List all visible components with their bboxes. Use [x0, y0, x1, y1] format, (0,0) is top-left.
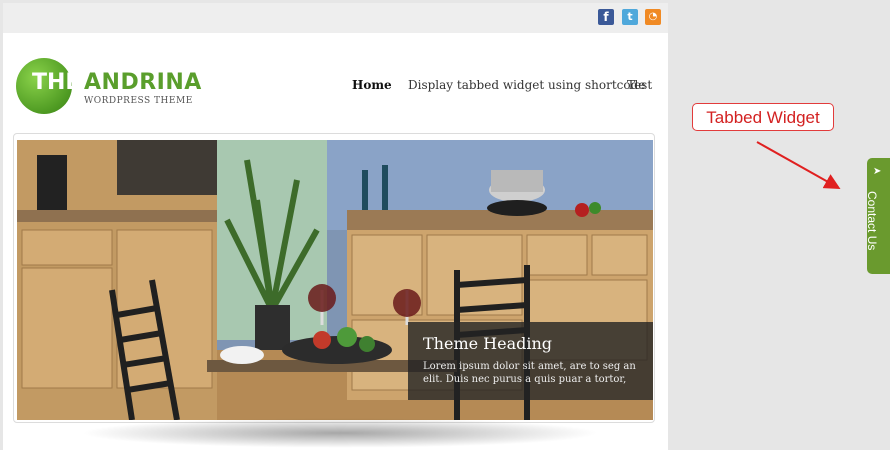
paper-plane-icon: ➤: [873, 166, 882, 177]
annotation-arrow: [756, 141, 841, 189]
contact-us-tab[interactable]: ➤ Contact Us: [865, 158, 890, 274]
contact-us-label: Contact Us: [865, 191, 879, 251]
